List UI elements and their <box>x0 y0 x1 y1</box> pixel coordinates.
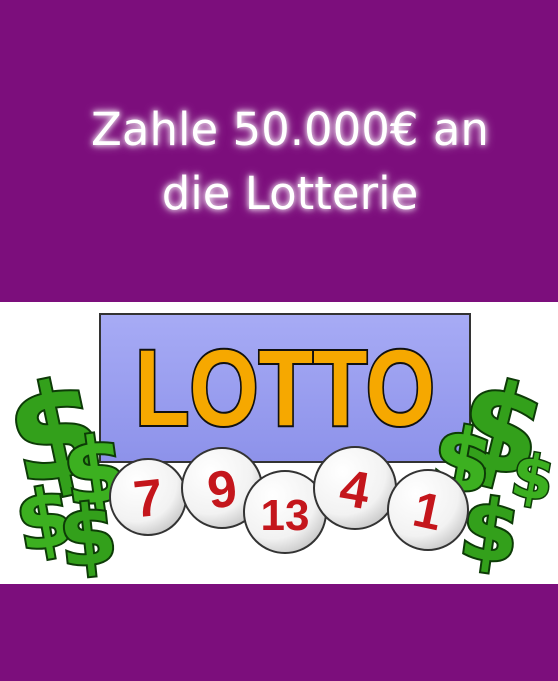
headline-line-1: Zahle 50.000€ an <box>91 103 489 156</box>
lottery-ball: 4 <box>313 446 397 530</box>
lotto-illustration: LOTTO $ $ $ $ $ $ $ $ 7 9 13 4 1 <box>0 302 558 589</box>
bottom-banner <box>0 584 558 681</box>
top-banner: Zahle 50.000€ an die Lotterie <box>0 0 558 302</box>
lottery-ball: 1 <box>387 469 469 551</box>
ball-number: 13 <box>261 491 310 540</box>
poster: Zahle 50.000€ an die Lotterie LOTTO $ $ … <box>0 0 558 681</box>
lottery-ball: 7 <box>109 458 187 536</box>
ball-number: 7 <box>131 469 166 530</box>
headline: Zahle 50.000€ an die Lotterie <box>30 98 550 226</box>
headline-line-2: die Lotterie <box>161 167 419 220</box>
lotto-logo-text: LOTTO <box>135 327 435 448</box>
